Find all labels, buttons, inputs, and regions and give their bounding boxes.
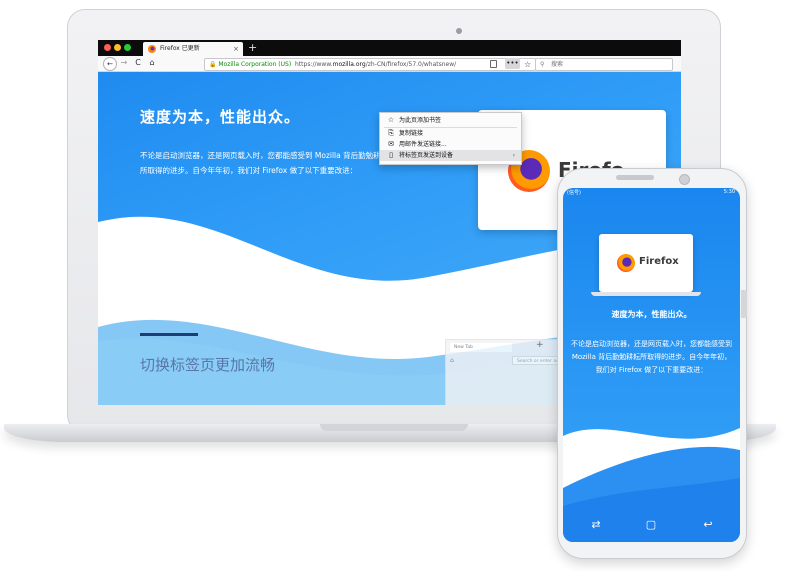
phone-promo-wordmark: Firefox (639, 256, 679, 267)
site-identity[interactable]: 🔒 Mozilla Corporation (US) (209, 59, 291, 70)
mini-home-icon: ⌂ (450, 357, 454, 364)
tab-title: Firefox 已更新 (160, 45, 200, 52)
phone-navigation-bar: ⇄ ▢ ↩ (563, 510, 740, 542)
url-text[interactable]: https://www.mozilla.org/zh-CN/firefox/57… (295, 59, 456, 70)
new-tab-button[interactable]: + (248, 40, 257, 56)
laptop-base-notch (320, 424, 468, 431)
reader-view-icon[interactable] (490, 60, 497, 68)
phone-promo-card: Firefox (599, 234, 693, 292)
menu-item-bookmark[interactable]: ☆ 为此页添加书签 (380, 115, 521, 126)
search-placeholder: 搜索 (551, 61, 564, 68)
maximize-window-button[interactable] (124, 44, 131, 51)
url-prefix: https://www. (295, 61, 333, 68)
menu-item-label: 为此页添加书签 (399, 117, 442, 124)
phone-status-bar: (信号) 5:30 (563, 188, 740, 198)
close-window-button[interactable] (104, 44, 111, 51)
search-icon: ⚲ (540, 61, 545, 68)
back-icon[interactable]: ↩ (699, 518, 717, 532)
phone-intro-text: 不论是启动浏览器，还是网页载入时，您都能感受到 Mozilla 背后勤勉耕耘所取… (571, 340, 732, 374)
forward-button[interactable]: → (118, 57, 130, 69)
phone-promo-card-base (591, 292, 701, 296)
status-time: 5:30 (723, 189, 735, 195)
menu-item-label: 复制链接 (399, 130, 424, 137)
navigation-bar: ← → C ⌂ 🔒 Mozilla Corporation (US) https… (98, 56, 681, 72)
tab-strip: Firefox 已更新 × + (98, 40, 681, 56)
menu-item-copy-link[interactable]: ⎘ 复制链接 (380, 128, 521, 139)
tab-firefox-updated[interactable]: Firefox 已更新 × (143, 42, 243, 56)
phone-screen: (信号) 5:30 Firefox 速度为本，性能出众。 不论是启动浏览器，还是… (563, 188, 740, 542)
firefox-logo-icon (148, 45, 156, 53)
copy-icon: ⎘ (388, 129, 394, 137)
menu-item-send-tab-to-device[interactable]: ▯ 将标签页发送到设备 › (380, 150, 521, 161)
star-icon: ☆ (387, 116, 395, 124)
recent-apps-icon[interactable]: ⇄ (587, 518, 605, 532)
phone-camera-icon (679, 174, 690, 185)
minimize-window-button[interactable] (114, 44, 121, 51)
webcam-icon (456, 28, 462, 34)
page-headline: 速度为本，性能出众。 (140, 108, 301, 126)
page-actions-button[interactable]: ••• (505, 58, 520, 69)
bookmark-star-icon[interactable]: ☆ (524, 59, 531, 70)
url-bar[interactable]: 🔒 Mozilla Corporation (US) https://www.m… (204, 58, 536, 71)
mail-icon: ✉ (388, 140, 394, 148)
tab-close-icon[interactable]: × (233, 42, 239, 56)
home-icon[interactable]: ▢ (642, 518, 660, 532)
search-input[interactable]: ⚲ 搜索 (535, 58, 673, 71)
phone-speaker (616, 175, 654, 180)
menu-item-label: 用邮件发送链接... (399, 141, 447, 148)
status-signal: (信号) (567, 190, 581, 196)
back-button[interactable]: ← (103, 57, 117, 71)
url-path: /zh-CN/firefox/57.0/whatsnew/ (365, 61, 457, 68)
home-button[interactable]: ⌂ (146, 57, 158, 69)
submenu-arrow-icon: › (512, 152, 515, 159)
page-intro-text: 不论是启动浏览器，还是网页载入时，您都能感受到 Mozilla 背后勤勉耕耘所取… (140, 151, 389, 175)
menu-item-label: 将标签页发送到设备 (399, 152, 454, 159)
page-actions-menu: ☆ 为此页添加书签 ⎘ 复制链接 ✉ 用邮件发送链接... ▯ 将标签页发送到设… (379, 112, 522, 165)
menu-item-email-link[interactable]: ✉ 用邮件发送链接... (380, 139, 521, 150)
mini-tab: New Tab (450, 343, 512, 352)
mini-new-tab-icon: + (536, 340, 544, 350)
reload-button[interactable]: C (132, 57, 144, 69)
firefox-logo-icon (617, 254, 635, 272)
phone-headline: 速度为本，性能出众。 (611, 310, 692, 319)
device-icon: ▯ (389, 151, 393, 159)
phone-side-button (741, 290, 747, 318)
section-title: 切换标签页更加流畅 (140, 356, 276, 374)
section-divider (140, 333, 198, 336)
url-domain: mozilla.org (332, 61, 366, 68)
